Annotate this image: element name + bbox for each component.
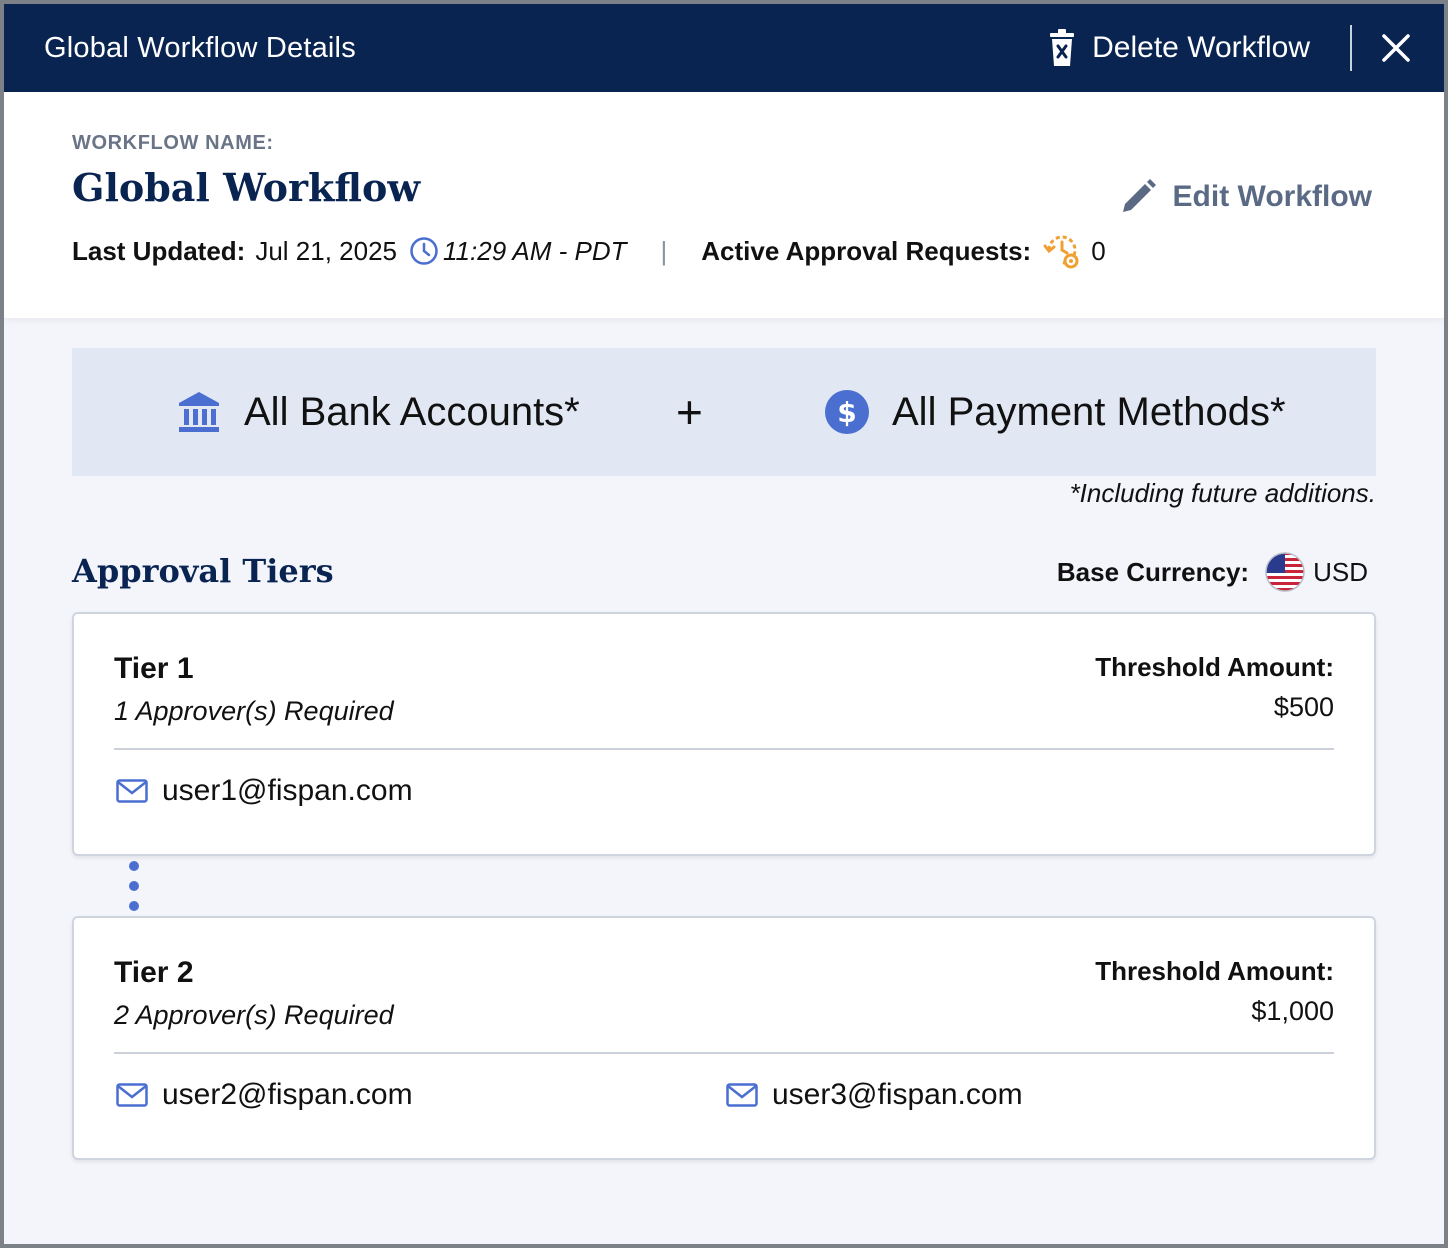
dollar-icon: $ [825,390,869,434]
approver-email: user2@fispan.com [116,1078,413,1112]
mail-icon [116,1083,148,1107]
tier-name: Tier 2 [114,956,194,989]
last-updated-label: Last Updated: [72,235,246,266]
workflow-info-panel: WORKFLOW NAME: Global Workflow Edit Work… [4,92,1444,318]
base-currency-value: USD [1313,556,1368,587]
mail-icon [726,1083,758,1107]
delete-workflow-button[interactable]: Delete Workflow [1048,29,1310,67]
approver-email: user3@fispan.com [726,1078,1023,1112]
delete-workflow-label: Delete Workflow [1092,31,1310,64]
scope-footnote: *Including future additions. [1069,478,1376,508]
last-updated-date: Jul 21, 2025 [255,235,398,266]
payment-methods-label: All Payment Methods* [892,389,1286,434]
edit-workflow-label: Edit Workflow [1172,180,1372,213]
workflow-meta-row: Last Updated: Jul 21, 2025 11:29 AM - PD… [72,232,1444,270]
us-flag-icon [1265,552,1305,592]
threshold-amount: $500 [1273,692,1334,722]
tier-connector-dots [129,861,139,911]
base-currency-label: Base Currency: [1056,556,1250,587]
modal-title: Global Workflow Details [44,31,356,64]
last-updated-time: 11:29 AM - PDT [443,235,627,266]
tier-card: Tier 1 1 Approver(s) Required Threshold … [72,612,1376,856]
threshold-label: Threshold Amount: [1095,956,1334,986]
approver-email-text: user1@fispan.com [162,774,413,807]
mail-icon [116,779,148,803]
tier-divider [114,748,1334,750]
workflow-name-label: WORKFLOW NAME: [72,132,274,154]
scope-payment-methods: $ All Payment Methods* [824,389,1286,435]
workflow-scope-banner: All Bank Accounts* + $ All Payment Metho… [72,348,1376,476]
svg-text:$: $ [837,396,856,429]
close-icon[interactable] [1380,32,1412,64]
tier-divider [114,1052,1334,1054]
approver-email-text: user3@fispan.com [772,1078,1023,1111]
edit-workflow-button[interactable]: Edit Workflow [1119,178,1372,216]
approval-history-icon [1043,235,1079,269]
approver-email-text: user2@fispan.com [162,1078,413,1111]
trash-icon [1050,29,1075,66]
threshold-amount: $1,000 [1251,996,1334,1026]
pencil-icon [1122,179,1156,212]
threshold-label: Threshold Amount: [1095,652,1334,682]
header-divider [1350,25,1352,71]
active-requests-count: 0 [1091,235,1106,266]
plus-sign: + [676,386,703,438]
clock-icon [410,237,438,265]
active-requests-label: Active Approval Requests: [701,235,1032,266]
approval-tiers-title: Approval Tiers [72,552,334,590]
tier-card: Tier 2 2 Approver(s) Required Threshold … [72,916,1376,1160]
tier-approvers-required: 1 Approver(s) Required [114,696,394,726]
tier-name: Tier 1 [114,652,194,685]
modal-header: Global Workflow Details Delete Workflow [4,4,1444,92]
bank-accounts-label: All Bank Accounts* [244,389,580,434]
meta-separator: | [660,235,668,266]
bank-icon [179,392,219,432]
base-currency: Base Currency: USD [1057,552,1368,592]
approver-email: user1@fispan.com [116,774,413,808]
workflow-details-modal: Global Workflow Details Delete Workflow … [4,4,1444,1244]
tier-approvers-required: 2 Approver(s) Required [114,1000,394,1030]
scope-bank-accounts: All Bank Accounts* [176,389,580,435]
